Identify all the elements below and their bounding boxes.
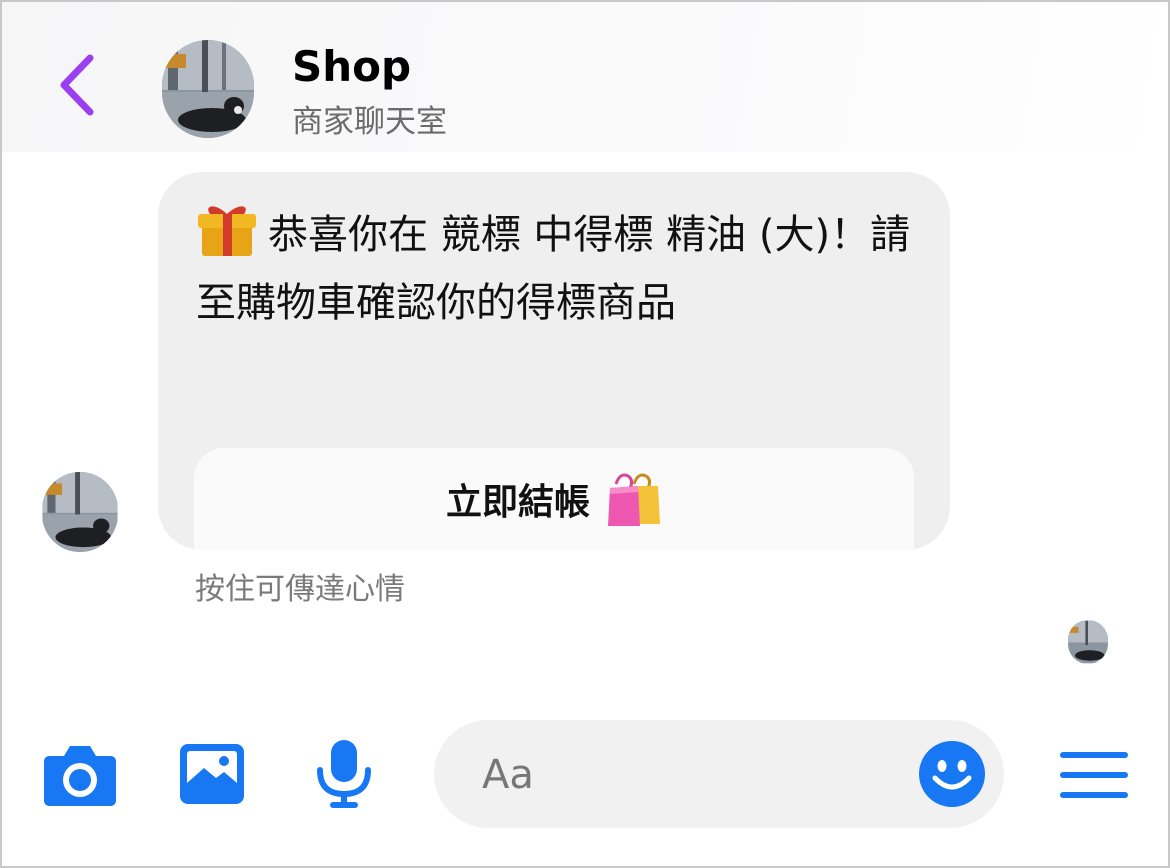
chat-subtitle: 商家聊天室 [292,104,447,140]
message-text: 恭喜你在 競標 中得標 精油 (大)！請至購物車確認你的得標商品 [196,212,911,326]
chat-header: Shop 商家聊天室 [2,2,1168,152]
camera-icon[interactable] [42,742,118,808]
menu-icon[interactable] [1058,750,1130,800]
read-receipt-avatar [1068,620,1108,664]
avatar-photo [42,472,118,552]
message-bubble[interactable]: 恭喜你在 競標 中得標 精油 (大)！請至購物車確認你的得標商品 立即結帳 [158,172,950,550]
chevron-left-icon [60,54,94,116]
chat-title: Shop [292,42,412,91]
checkout-button[interactable]: 立即結帳 [194,448,914,550]
shop-avatar[interactable] [162,40,254,138]
message-composer [434,720,1004,828]
message-input[interactable] [480,744,904,806]
sender-avatar[interactable] [42,472,118,552]
chat-window: Shop 商家聊天室 恭喜你在 競標 中得標 精油 (大)！請至購物車確認你的得… [0,0,1170,868]
shopping-bags-icon [608,473,660,526]
avatar-photo [1068,620,1108,664]
microphone-icon[interactable] [314,738,374,810]
gallery-icon[interactable] [178,742,246,806]
gift-icon [198,206,256,256]
smiley-icon[interactable] [918,740,986,808]
reaction-hint: 按住可傳達心情 [195,572,405,607]
message-content: 恭喜你在 競標 中得標 精油 (大)！請至購物車確認你的得標商品 [196,200,916,337]
back-button[interactable] [54,50,102,120]
checkout-button-label: 立即結帳 [445,482,590,523]
avatar-photo [162,40,254,138]
